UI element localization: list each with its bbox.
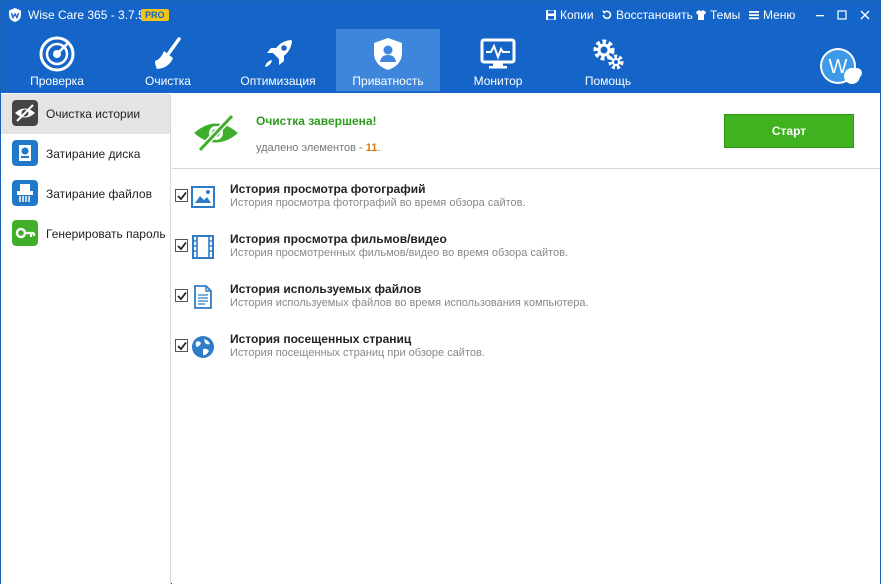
- gears-icon: [593, 39, 624, 70]
- nav-help-label: Помощь: [584, 74, 632, 88]
- nav-cleanup-label: Очистка: [145, 74, 191, 88]
- shredder-icon: [12, 180, 38, 206]
- app-title: Wise Care 365 - 3.7.5: [28, 8, 145, 22]
- item-title: История используемых файлов: [230, 282, 422, 296]
- menu-icon: [749, 11, 759, 20]
- checkmark-icon: [177, 241, 187, 251]
- minimize-icon: [816, 15, 824, 17]
- key-icon: [12, 220, 38, 246]
- avatar-letter: W: [829, 56, 848, 78]
- nav-help[interactable]: Помощь: [553, 29, 663, 91]
- start-button[interactable]: Старт: [724, 114, 854, 148]
- item-checkbox[interactable]: [175, 189, 188, 202]
- app-logo-icon: [9, 8, 21, 22]
- main-nav: Проверка Очистка Оптимизация Приватность…: [1, 29, 880, 93]
- broom-icon: [155, 37, 181, 69]
- item-description: История просмотра фотографий во время об…: [230, 197, 526, 209]
- sidebar-item-file-shredder[interactable]: Затирание файлов: [1, 174, 170, 214]
- checkmark-icon: [177, 341, 187, 351]
- pro-badge: PRO: [141, 9, 169, 21]
- maximize-icon: [837, 10, 847, 20]
- nav-optimization-label: Оптимизация: [240, 74, 316, 88]
- nav-checkup-label: Проверка: [30, 74, 84, 88]
- sidebar-item-label: Затирание диска: [46, 147, 141, 161]
- list-item: История просмотра фильмов/видео История …: [172, 232, 880, 282]
- sidebar: Очистка истории Затирание диска Затирани…: [1, 94, 171, 584]
- restore-button[interactable]: Восстановить: [601, 8, 693, 22]
- film-icon: [192, 235, 214, 259]
- sidebar-item-label: Генерировать пароль: [46, 227, 166, 241]
- sidebar-item-label: Затирание файлов: [46, 187, 152, 201]
- status-subtitle: удалено элементов - 11.: [256, 142, 380, 154]
- sidebar-item-disk-eraser[interactable]: Затирание диска: [1, 134, 170, 174]
- disk-icon: [12, 140, 38, 166]
- themes-label: Темы: [710, 8, 741, 22]
- menu-button[interactable]: Меню: [748, 8, 795, 22]
- app-window: Wise Care 365 - 3.7.5 PRO Копии Восстано…: [0, 0, 881, 584]
- nav-cleanup[interactable]: Очистка: [113, 29, 223, 91]
- nav-monitor-label: Монитор: [473, 74, 523, 88]
- item-title: История просмотра фильмов/видео: [230, 232, 447, 246]
- title-bar: Wise Care 365 - 3.7.5 PRO Копии Восстано…: [1, 1, 880, 29]
- nav-optimization[interactable]: Оптимизация: [223, 29, 333, 91]
- themes-button[interactable]: Темы: [695, 8, 740, 22]
- nav-checkup[interactable]: Проверка: [1, 29, 113, 91]
- save-icon: [546, 10, 556, 20]
- status-count: 11: [365, 142, 378, 154]
- nav-monitor[interactable]: Монитор: [443, 29, 553, 91]
- shirt-icon: [696, 10, 706, 20]
- sidebar-item-password-generator[interactable]: Генерировать пароль: [1, 214, 170, 254]
- rocket-icon: [265, 40, 292, 67]
- checkmark-icon: [177, 291, 187, 301]
- item-checkbox[interactable]: [175, 289, 188, 302]
- status-subtitle-text: удалено элементов -: [256, 142, 363, 154]
- item-description: История посещенных страниц при обзоре са…: [230, 347, 485, 359]
- restore-label: Восстановить: [616, 8, 693, 22]
- minimize-button[interactable]: [809, 5, 831, 25]
- list-item: История используемых файлов История испо…: [172, 282, 880, 332]
- nav-privacy[interactable]: Приватность: [336, 29, 440, 91]
- backups-button[interactable]: Копии: [545, 8, 594, 22]
- image-icon: [191, 186, 215, 208]
- divider: [172, 168, 880, 169]
- item-description: История просмотренных фильмов/видео во в…: [230, 247, 569, 259]
- main-panel: Очистка завершена! удалено элементов - 1…: [172, 94, 880, 584]
- document-icon: [194, 285, 212, 309]
- item-description: История используемых файлов во время исп…: [230, 297, 589, 309]
- close-button[interactable]: [854, 5, 876, 25]
- radar-icon: [39, 36, 75, 72]
- restore-icon: [602, 10, 612, 20]
- shield-user-icon: [374, 38, 402, 70]
- item-checkbox[interactable]: [175, 239, 188, 252]
- account-avatar[interactable]: W: [819, 47, 863, 87]
- close-icon: [860, 10, 870, 20]
- maximize-button[interactable]: [831, 5, 853, 25]
- status-count-suffix: .: [377, 142, 381, 154]
- item-title: История посещенных страниц: [230, 332, 412, 346]
- list-item: История посещенных страниц История посещ…: [172, 332, 880, 382]
- status-title: Очистка завершена!: [256, 114, 377, 128]
- sidebar-item-label: Очистка истории: [46, 107, 141, 121]
- item-checkbox[interactable]: [175, 339, 188, 352]
- eye-slash-status-icon: [194, 113, 238, 153]
- backups-label: Копии: [560, 8, 594, 22]
- nav-privacy-label: Приватность: [352, 74, 424, 88]
- menu-label: Меню: [763, 8, 796, 22]
- globe-icon: [192, 336, 214, 358]
- sidebar-item-history-cleanup[interactable]: Очистка истории: [1, 94, 170, 134]
- checkmark-icon: [177, 191, 187, 201]
- monitor-icon: [480, 38, 516, 69]
- list-item: История просмотра фотографий История про…: [172, 182, 880, 232]
- eye-slash-icon: [12, 100, 38, 126]
- item-title: История просмотра фотографий: [230, 182, 426, 196]
